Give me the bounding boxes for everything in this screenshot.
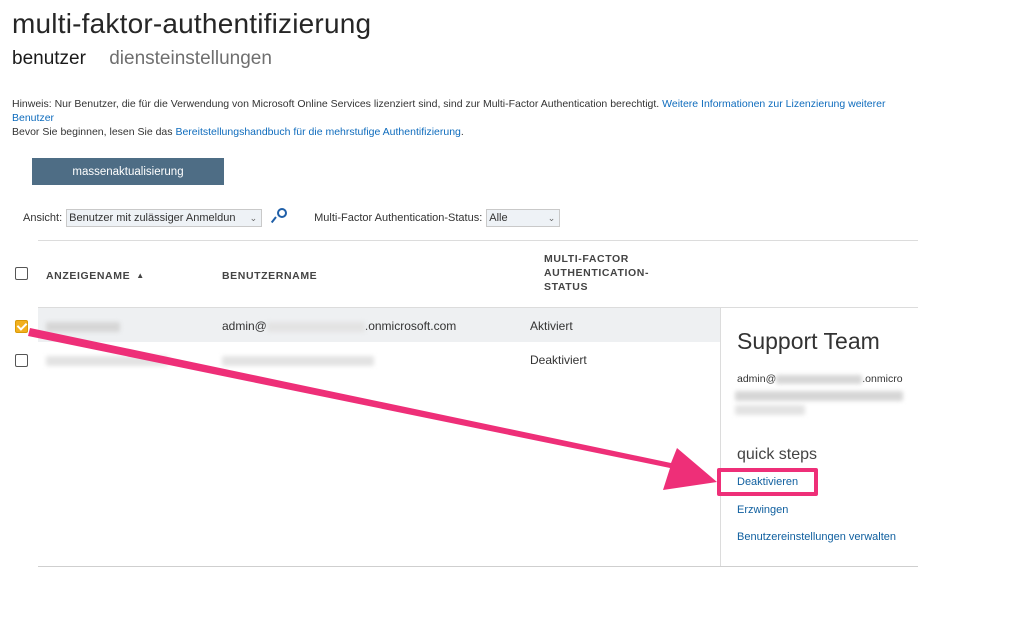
row-checkbox[interactable] <box>15 320 28 333</box>
sub-navigation: benutzer diensteinstellungen <box>12 48 290 70</box>
mfa-status-select-value: Alle <box>489 212 508 224</box>
deployment-guide-link[interactable]: Bereitstellungshandbuch für die mehrstuf… <box>175 126 460 138</box>
selected-user-name: Support Team <box>737 328 880 354</box>
user-details-panel: Support Team admin@ .onmicro quick steps … <box>720 308 918 566</box>
table-row[interactable]: Deaktiviert <box>38 342 720 376</box>
filter-bar: Ansicht: Benutzer mit zulässiger Anmeldu… <box>23 207 561 229</box>
table-row[interactable]: admin@ .onmicrosoft.com Aktiviert <box>38 308 720 342</box>
redacted-text <box>735 405 805 415</box>
mfa-status-label: Multi-Factor Authentication-Status: <box>314 212 483 224</box>
column-header-username[interactable]: BENUTZERNAME <box>222 269 317 283</box>
view-select-value: Benutzer mit zulässiger Anmeldun <box>69 212 236 224</box>
disable-mfa-link[interactable]: Deaktivieren <box>737 476 798 488</box>
notice-text-2: Bevor Sie beginnen, lesen Sie das <box>12 126 176 138</box>
username-cell: admin@ .onmicrosoft.com <box>222 319 457 333</box>
search-icon[interactable] <box>271 208 288 224</box>
manage-user-settings-link[interactable]: Benutzereinstellungen verwalten <box>737 531 896 543</box>
redacted-text <box>46 321 120 332</box>
view-label: Ansicht: <box>23 212 63 224</box>
redacted-text <box>266 321 365 332</box>
row-checkbox[interactable] <box>15 354 28 367</box>
mfa-status-cell: Deaktiviert <box>530 353 587 367</box>
tab-diensteinstellungen[interactable]: diensteinstellungen <box>109 48 272 70</box>
notice-text: Hinweis: Nur Benutzer, die für die Verwe… <box>12 98 663 110</box>
redacted-text <box>776 374 863 384</box>
column-header-mfa-status[interactable]: MULTI-FACTOR AUTHENTICATION-STATUS <box>544 252 684 294</box>
license-notice: Hinweis: Nur Benutzer, die für die Verwe… <box>12 97 912 139</box>
view-select[interactable]: Benutzer mit zulässiger Anmeldun ⌄ <box>66 209 263 227</box>
display-name-cell <box>46 319 120 333</box>
quick-steps-title: quick steps <box>737 446 818 463</box>
page-title: multi-faktor-authentifizierung <box>12 8 372 39</box>
mfa-status-cell: Aktiviert <box>530 319 573 333</box>
display-name-cell <box>46 353 168 367</box>
notice-period: . <box>460 126 464 138</box>
table-divider <box>38 240 918 241</box>
redacted-text <box>222 355 374 366</box>
enforce-mfa-link[interactable]: Erzwingen <box>737 504 788 516</box>
column-header-display-name[interactable]: ANZEIGENAME ▲ <box>46 269 145 284</box>
table-bottom-divider <box>38 566 918 567</box>
mfa-status-select[interactable]: Alle ⌄ <box>486 209 561 227</box>
selected-user-email: admin@ .onmicro <box>737 373 903 385</box>
select-all-checkbox[interactable] <box>15 267 28 280</box>
sort-ascending-icon: ▲ <box>136 271 145 280</box>
redacted-text <box>735 391 903 401</box>
chevron-down-icon: ⌄ <box>547 212 556 223</box>
redacted-text <box>46 355 168 366</box>
chevron-down-icon: ⌄ <box>249 212 258 223</box>
tab-benutzer[interactable]: benutzer <box>12 48 86 70</box>
bulk-update-button[interactable]: massenaktualisierung <box>32 158 224 185</box>
username-cell <box>222 353 374 367</box>
